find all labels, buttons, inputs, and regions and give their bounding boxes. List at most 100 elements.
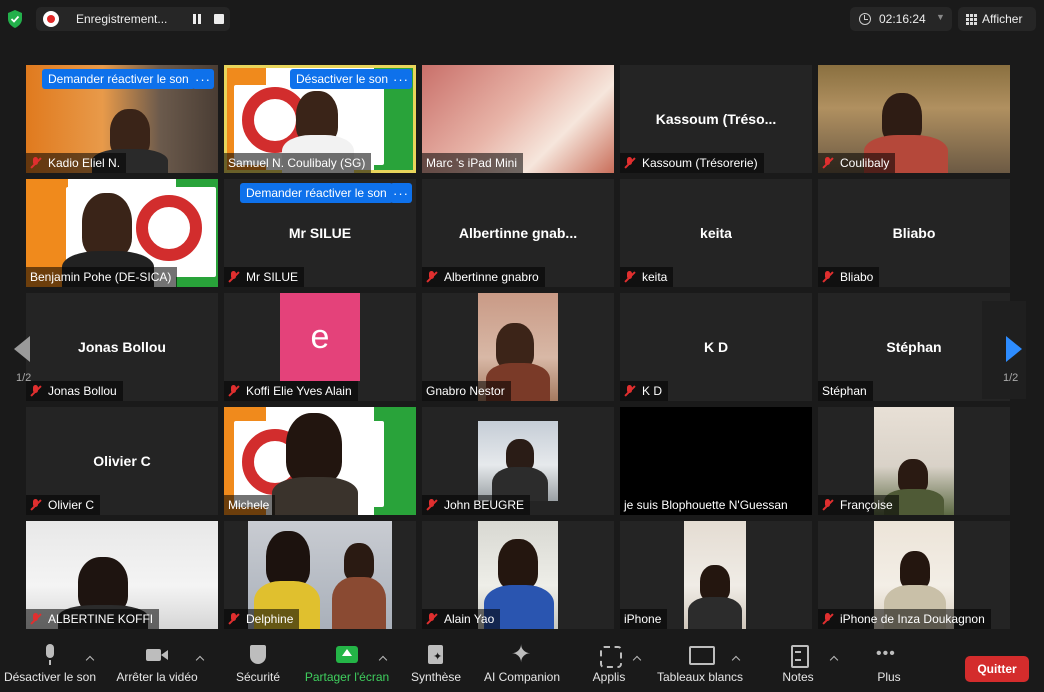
participant-tile[interactable]: iPhone de Inza Doukagnon [818,521,1010,629]
whiteboards-button[interactable]: Tableaux blancs [654,644,746,690]
whiteboards-label: Tableaux blancs [656,670,744,684]
participant-tile[interactable]: e Koffi Elie Yves Alain [224,293,416,401]
participant-name: Kassoum (Trésorerie) [620,153,764,173]
share-screen-label: Partager l'écran [304,670,390,684]
share-screen-icon [336,644,358,666]
participant-name: Bliabo [818,267,880,287]
participant-tile-active-speaker[interactable]: Désactiver le son ··· Samuel N. Coulibal… [224,65,416,173]
stop-video-button[interactable]: Arrêter la vidéo [112,644,202,690]
participant-tile[interactable]: Olivier C Olivier C [26,407,218,515]
mic-muted-icon [822,613,834,625]
shield-icon [247,644,269,666]
pause-recording-icon[interactable] [191,13,203,25]
more-options-icon[interactable]: ··· [390,69,412,89]
encryption-shield-icon[interactable] [6,9,24,29]
video-options-chevron-icon[interactable] [195,654,205,664]
mic-muted-icon [30,499,42,511]
participant-video [286,413,342,483]
chevron-down-icon[interactable]: ▼ [936,12,945,22]
top-bar: Enregistrement... 02:16:24 ▼ Afficher [0,0,1044,38]
previous-page-button[interactable] [0,301,30,399]
mic-muted-icon [822,271,834,283]
participant-tile[interactable]: Demander réactiver le son ··· Kadio Elie… [26,65,218,173]
participant-name: Benjamin Pohe (DE-SICA) [26,267,178,287]
participant-name: Françoise [818,495,899,515]
participant-tile[interactable]: ALBERTINE KOFFI [26,521,218,629]
mute-label: Désactiver le son [3,670,97,684]
recording-dot-icon [43,11,59,27]
video-camera-icon [146,644,168,666]
next-page-button[interactable] [982,301,1026,399]
mute-participant-button[interactable]: Désactiver le son [290,69,395,89]
mic-muted-icon [624,271,636,283]
participant-name: keita [620,267,674,287]
participant-name: iPhone de Inza Doukagnon [818,609,991,629]
ai-sparkle-icon [511,640,533,669]
participant-tile[interactable]: Kassoum (Tréso... Kassoum (Trésorerie) [620,65,812,173]
security-button[interactable]: Sécurité [228,644,288,690]
participant-tile[interactable]: K D K D [620,293,812,401]
clock-icon [859,13,871,25]
participant-tile[interactable]: Mr SILUE Demander réactiver le son ··· M… [224,179,416,287]
view-button[interactable]: Afficher [958,7,1036,31]
mic-muted-icon [822,499,834,511]
ask-unmute-button[interactable]: Demander réactiver le son [240,183,393,203]
participant-tile[interactable]: Coulibaly [818,65,1010,173]
meeting-toolbar: Désactiver le son Arrêter la vidéo Sécur… [0,640,1044,692]
whiteboards-options-chevron-icon[interactable] [731,654,741,664]
leave-meeting-button[interactable]: Quitter [965,656,1029,682]
participant-tile[interactable]: Benjamin Pohe (DE-SICA) [26,179,218,287]
mic-muted-icon [426,499,438,511]
summary-icon [425,644,447,666]
participant-tile[interactable]: je suis Blophouette N'Guessan [620,407,812,515]
notes-label: Notes [782,670,814,684]
participant-video [82,193,132,257]
participant-tile[interactable]: iPhone [620,521,812,629]
meeting-timer[interactable]: 02:16:24 ▼ [850,7,952,31]
apps-button[interactable]: Applis [584,644,634,690]
ai-companion-button[interactable]: AI Companion [480,640,564,690]
notes-icon [787,644,809,668]
participant-name: ALBERTINE KOFFI [26,609,160,629]
participant-tile[interactable]: Bliabo Bliabo [818,179,1010,287]
summary-label: Synthèse [410,670,462,684]
participant-tile[interactable]: Gnabro Nestor [422,293,614,401]
recording-indicator[interactable]: Enregistrement... [36,7,230,31]
mute-button[interactable]: Désactiver le son [2,644,98,690]
apps-options-chevron-icon[interactable] [632,654,642,664]
notes-options-chevron-icon[interactable] [829,654,839,664]
share-screen-button[interactable]: Partager l'écran [302,644,392,690]
notes-button[interactable]: Notes [774,644,822,690]
participant-tile[interactable]: Michele [224,407,416,515]
participant-tile[interactable]: keita keita [620,179,812,287]
apps-icon [598,644,622,668]
more-button[interactable]: Plus [866,644,912,690]
participant-tile[interactable]: Alain Yao [422,521,614,629]
participant-tile[interactable]: Marc 's iPad Mini [422,65,614,173]
participant-name: Delphine [224,609,300,629]
ask-unmute-button[interactable]: Demander réactiver le son [42,69,195,89]
more-options-icon[interactable]: ··· [192,69,214,89]
participant-name: Marc 's iPad Mini [422,153,523,173]
participant-name: Samuel N. Coulibaly (SG) [224,153,372,173]
mic-muted-icon [228,385,240,397]
mic-muted-icon [228,271,240,283]
mic-muted-icon [426,271,438,283]
participant-video [684,521,746,629]
participant-name: Coulibaly [818,153,896,173]
participant-video [478,421,558,501]
participant-tile[interactable]: Albertinne gnab... Albertinne gnabro [422,179,614,287]
participant-tile[interactable]: Delphine [224,521,416,629]
participant-tile[interactable]: Françoise [818,407,1010,515]
participant-name: Olivier C [26,495,101,515]
chevron-right-icon [1006,336,1022,362]
participant-tile[interactable]: Jonas Bollou Jonas Bollou [26,293,218,401]
share-options-chevron-icon[interactable] [378,654,388,664]
audio-options-chevron-icon[interactable] [85,654,95,664]
summary-button[interactable]: Synthèse [408,644,464,690]
grid-view-icon [966,14,977,25]
stop-recording-icon[interactable] [214,14,224,24]
more-dots-icon [876,644,900,666]
participant-tile[interactable]: John BEUGRE [422,407,614,515]
more-options-icon[interactable]: ··· [390,183,412,203]
